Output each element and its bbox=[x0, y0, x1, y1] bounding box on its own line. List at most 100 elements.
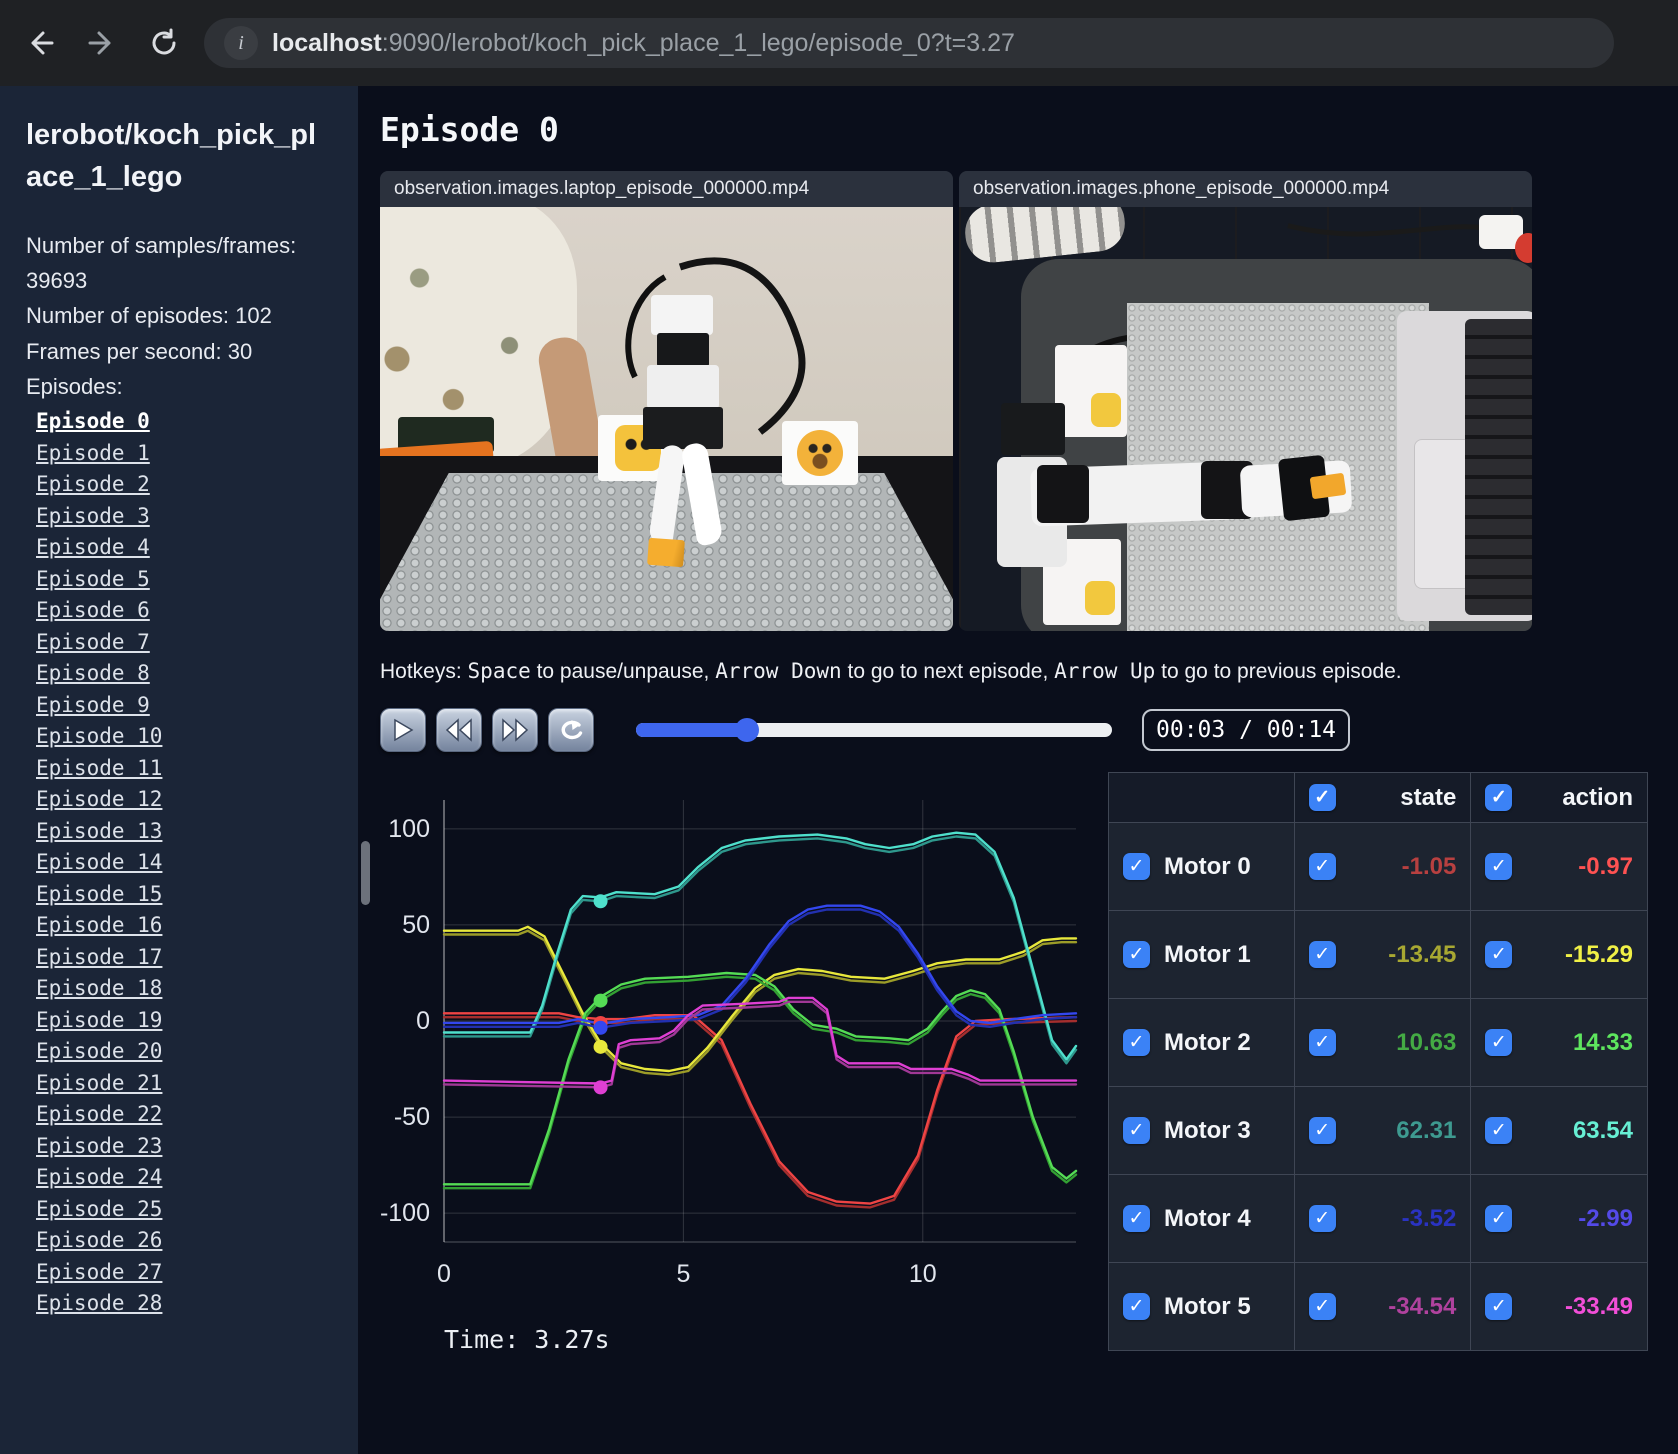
url-bar[interactable]: i localhost:9090/lerobot/koch_pick_place… bbox=[204, 18, 1614, 68]
state-column-checkbox[interactable]: ✓ bbox=[1308, 784, 1336, 811]
state-checkbox[interactable]: ✓ bbox=[1308, 941, 1336, 968]
lego-brick bbox=[1309, 472, 1347, 500]
episode-link-episode-16[interactable]: Episode 16 bbox=[36, 913, 162, 937]
episode-link-episode-20[interactable]: Episode 20 bbox=[36, 1039, 162, 1063]
state-checkbox[interactable]: ✓ bbox=[1308, 1117, 1336, 1144]
state-cell: ✓ -34.54 bbox=[1293, 1262, 1472, 1351]
episode-link-episode-17[interactable]: Episode 17 bbox=[36, 945, 162, 969]
motor-checkbox[interactable]: ✓ bbox=[1123, 1293, 1150, 1320]
play-button[interactable] bbox=[380, 708, 426, 752]
state-header-label: state bbox=[1400, 783, 1457, 811]
back-icon[interactable] bbox=[18, 21, 62, 65]
episode-list-item: Episode 21 bbox=[26, 1068, 332, 1100]
svg-text:-100: -100 bbox=[380, 1199, 430, 1227]
episode-link-episode-5[interactable]: Episode 5 bbox=[36, 567, 150, 591]
loop-button[interactable] bbox=[548, 708, 594, 752]
stat-fps: Frames per second: 30 bbox=[26, 338, 253, 364]
episode-link-episode-11[interactable]: Episode 11 bbox=[36, 756, 162, 780]
forward-icon[interactable] bbox=[80, 21, 124, 65]
episode-link-episode-27[interactable]: Episode 27 bbox=[36, 1260, 162, 1284]
action-column-checkbox[interactable]: ✓ bbox=[1485, 784, 1513, 811]
state-checkbox[interactable]: ✓ bbox=[1308, 1293, 1336, 1320]
episode-link-episode-22[interactable]: Episode 22 bbox=[36, 1102, 162, 1126]
episode-list-item: Episode 1 bbox=[26, 438, 332, 470]
episode-link-episode-0[interactable]: Episode 0 bbox=[36, 409, 150, 433]
table-row: ✓ Motor 4 ✓ -3.52 ✓ -2.99 bbox=[1108, 1174, 1648, 1263]
motor-cell: ✓ Motor 1 bbox=[1108, 910, 1295, 999]
stat-samples: Number of samples/frames: 39693 bbox=[26, 233, 297, 294]
episode-link-episode-10[interactable]: Episode 10 bbox=[36, 724, 162, 748]
motor-label: Motor 5 bbox=[1164, 1292, 1251, 1320]
video-frame-phone bbox=[959, 207, 1532, 631]
episode-link-episode-28[interactable]: Episode 28 bbox=[36, 1291, 162, 1315]
episode-link-episode-8[interactable]: Episode 8 bbox=[36, 661, 150, 685]
motor-checkbox[interactable]: ✓ bbox=[1123, 1205, 1150, 1232]
state-header-cell: ✓ state bbox=[1293, 772, 1472, 823]
action-checkbox[interactable]: ✓ bbox=[1485, 1029, 1513, 1056]
state-cell: ✓ 62.31 bbox=[1293, 1086, 1472, 1175]
episode-list-item: Episode 26 bbox=[26, 1225, 332, 1257]
state-checkbox[interactable]: ✓ bbox=[1308, 1205, 1336, 1232]
motor-checkbox[interactable]: ✓ bbox=[1123, 941, 1150, 968]
action-checkbox[interactable]: ✓ bbox=[1485, 1205, 1513, 1232]
sticker-box-top bbox=[1055, 345, 1127, 437]
keyboard bbox=[1465, 319, 1532, 615]
slider-thumb[interactable] bbox=[735, 718, 760, 742]
svg-text:50: 50 bbox=[402, 911, 430, 939]
episode-link-episode-6[interactable]: Episode 6 bbox=[36, 598, 150, 622]
episode-link-episode-21[interactable]: Episode 21 bbox=[36, 1071, 162, 1095]
episode-list-item: Episode 3 bbox=[26, 501, 332, 533]
rewind-button[interactable] bbox=[436, 708, 482, 752]
svg-text:-50: -50 bbox=[394, 1103, 430, 1131]
motor-cell: ✓ Motor 2 bbox=[1108, 998, 1295, 1087]
main-content: Episode 0 observation.images.laptop_epis… bbox=[358, 86, 1678, 1454]
action-checkbox[interactable]: ✓ bbox=[1485, 1117, 1513, 1144]
episode-link-episode-19[interactable]: Episode 19 bbox=[36, 1008, 162, 1032]
episode-link-episode-25[interactable]: Episode 25 bbox=[36, 1197, 162, 1221]
episode-link-episode-7[interactable]: Episode 7 bbox=[36, 630, 150, 654]
state-checkbox[interactable]: ✓ bbox=[1308, 1029, 1336, 1056]
state-cell: ✓ -1.05 bbox=[1293, 822, 1472, 911]
episode-list-item: Episode 16 bbox=[26, 910, 332, 942]
episode-link-episode-1[interactable]: Episode 1 bbox=[36, 441, 150, 465]
episode-link-episode-3[interactable]: Episode 3 bbox=[36, 504, 150, 528]
episode-link-episode-14[interactable]: Episode 14 bbox=[36, 850, 162, 874]
episode-link-episode-15[interactable]: Episode 15 bbox=[36, 882, 162, 906]
action-checkbox[interactable]: ✓ bbox=[1485, 941, 1513, 968]
seek-slider[interactable] bbox=[636, 718, 1112, 742]
action-cell: ✓ -0.97 bbox=[1470, 822, 1648, 911]
episode-link-episode-24[interactable]: Episode 24 bbox=[36, 1165, 162, 1189]
motor-checkbox[interactable]: ✓ bbox=[1123, 1117, 1150, 1144]
episode-link-episode-9[interactable]: Episode 9 bbox=[36, 693, 150, 717]
episode-list-item: Episode 27 bbox=[26, 1257, 332, 1289]
motor-checkbox[interactable]: ✓ bbox=[1123, 1029, 1150, 1056]
episode-link-episode-12[interactable]: Episode 12 bbox=[36, 787, 162, 811]
episode-list-item: Episode 0 bbox=[26, 406, 332, 438]
video-player-phone[interactable]: observation.images.phone_episode_000000.… bbox=[959, 171, 1532, 631]
page-info-icon[interactable]: i bbox=[224, 26, 258, 60]
episode-link-episode-4[interactable]: Episode 4 bbox=[36, 535, 150, 559]
action-checkbox[interactable]: ✓ bbox=[1485, 1293, 1513, 1320]
episode-link-episode-2[interactable]: Episode 2 bbox=[36, 472, 150, 496]
state-value: -1.05 bbox=[1401, 852, 1457, 880]
robot-joint bbox=[1037, 465, 1089, 523]
episode-link-episode-26[interactable]: Episode 26 bbox=[36, 1228, 162, 1252]
video-player-laptop[interactable]: observation.images.laptop_episode_000000… bbox=[380, 171, 953, 631]
motor-chart-wrap: 100 50 0 -50 -100 0 5 10 Time: 3.27s bbox=[380, 766, 1092, 1354]
episode-list-item: Episode 17 bbox=[26, 942, 332, 974]
episode-link-episode-13[interactable]: Episode 13 bbox=[36, 819, 162, 843]
motor-checkbox[interactable]: ✓ bbox=[1123, 853, 1150, 880]
episode-link-episode-23[interactable]: Episode 23 bbox=[36, 1134, 162, 1158]
svg-text:100: 100 bbox=[388, 815, 430, 843]
action-value: -15.29 bbox=[1564, 940, 1633, 968]
table-row: ✓ Motor 5 ✓ -34.54 ✓ -33.49 bbox=[1108, 1262, 1648, 1351]
scrollbar-thumb[interactable] bbox=[361, 841, 370, 905]
action-checkbox[interactable]: ✓ bbox=[1485, 853, 1513, 880]
fast-forward-button[interactable] bbox=[492, 708, 538, 752]
state-checkbox[interactable]: ✓ bbox=[1308, 853, 1336, 880]
motor-cell: ✓ Motor 5 bbox=[1108, 1262, 1295, 1351]
episode-list-item: Episode 10 bbox=[26, 721, 332, 753]
episode-link-episode-18[interactable]: Episode 18 bbox=[36, 976, 162, 1000]
sidebar: lerobot/koch_pick_place_1_lego Number of… bbox=[0, 86, 358, 1454]
reload-icon[interactable] bbox=[142, 21, 186, 65]
